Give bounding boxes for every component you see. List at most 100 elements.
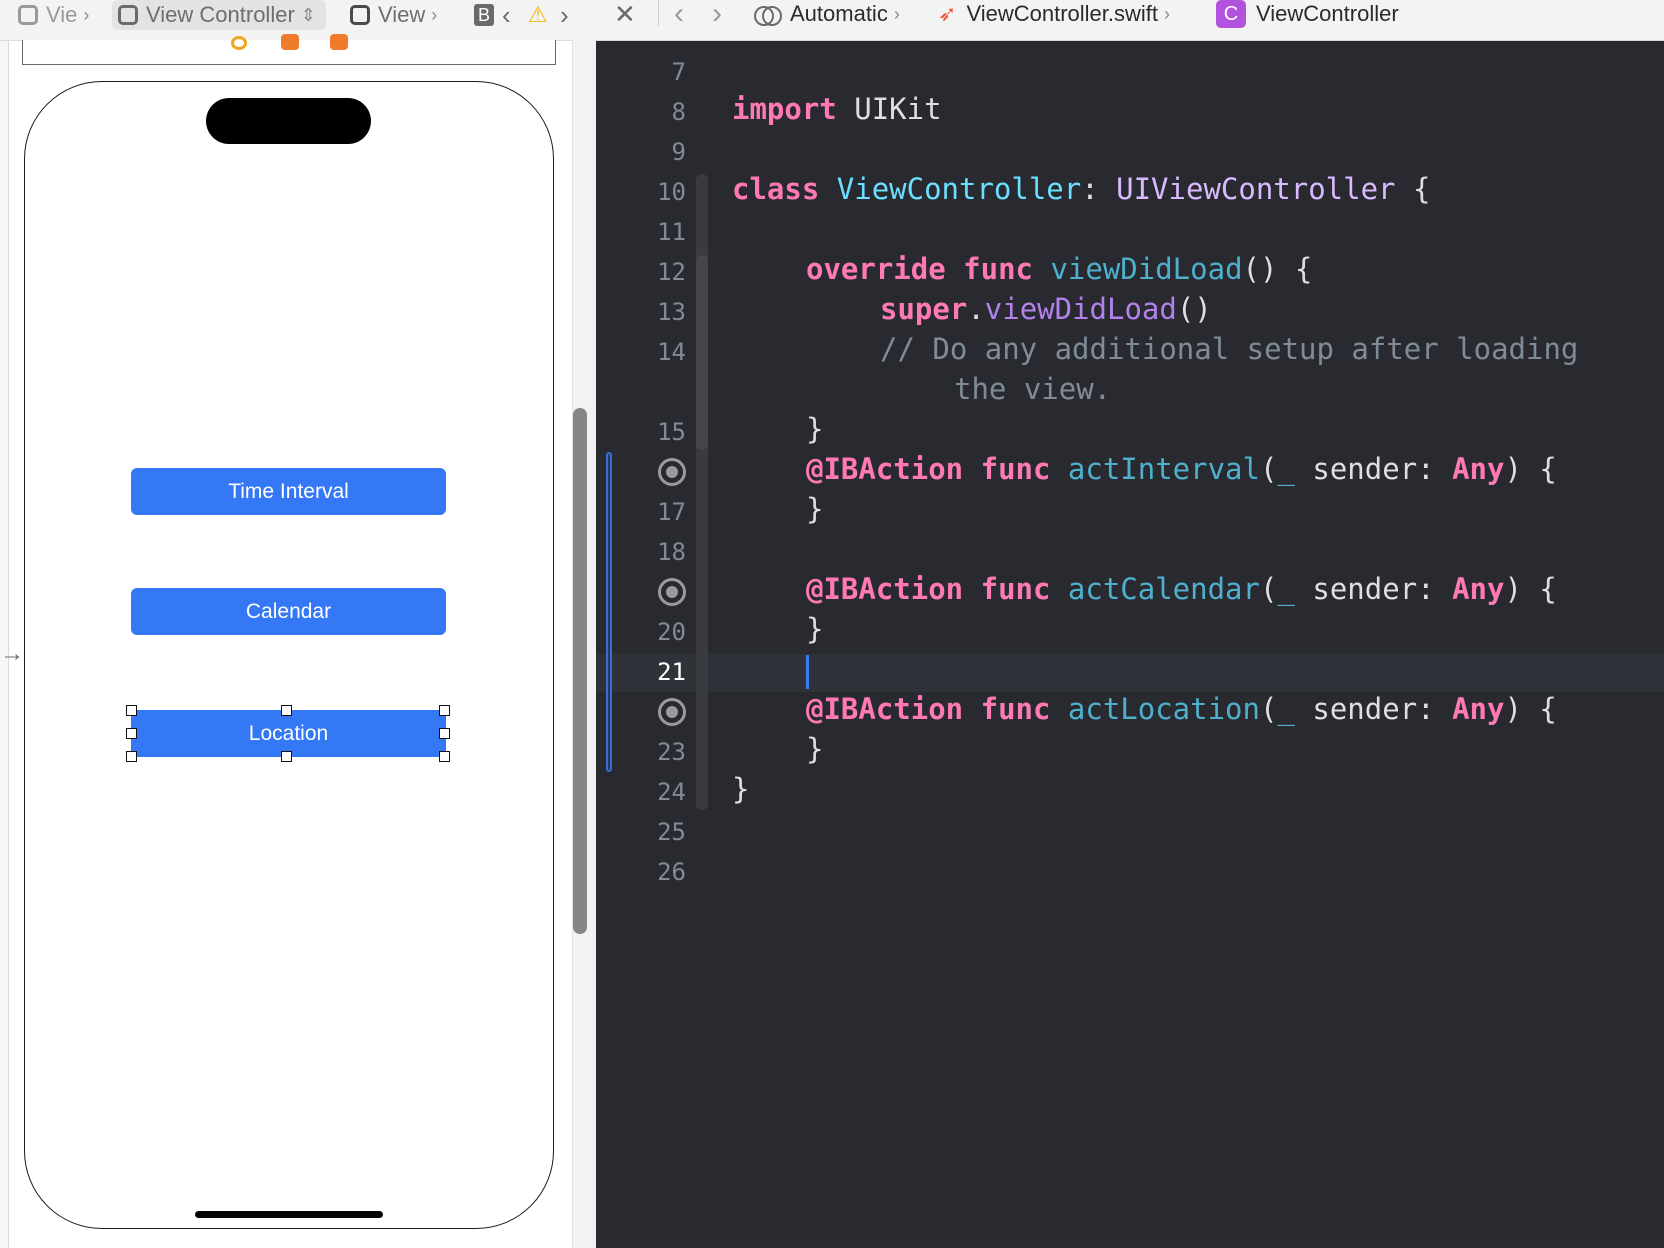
line-number: 10	[657, 178, 686, 206]
keyword: override	[806, 252, 946, 286]
text-cursor	[806, 655, 809, 689]
resize-handle[interactable]	[439, 705, 450, 716]
keyword: func	[963, 252, 1033, 286]
class-name: ViewController	[836, 172, 1082, 206]
swift-icon: ➶	[938, 1, 957, 26]
nav-forward-icon[interactable]: ›	[560, 0, 569, 30]
ibaction-connection-icon[interactable]	[658, 578, 686, 606]
keyword: func	[980, 572, 1051, 606]
nav-forward-icon[interactable]: ›	[712, 0, 722, 30]
function-name: actCalendar	[1067, 572, 1260, 606]
jump-file[interactable]: ➶ ViewController.swift ›	[938, 0, 1176, 28]
resize-handle[interactable]	[439, 728, 450, 739]
code-line-16: @IBAction func actInterval(_ sender: Any…	[806, 452, 1557, 486]
location-button[interactable]: Location	[131, 710, 446, 757]
code-line-15: }	[806, 412, 824, 446]
superclass-name: UIViewController	[1116, 172, 1396, 206]
line-number: 20	[657, 618, 686, 646]
line-number: 15	[657, 418, 686, 446]
attribute: @IBAction	[806, 452, 964, 486]
warning-icon[interactable]: ⚠	[528, 0, 548, 30]
button-label: Calendar	[245, 599, 332, 623]
code-line-23: }	[806, 732, 824, 766]
scene-icon	[18, 5, 38, 25]
jump-automatic[interactable]: Automatic ›	[754, 0, 906, 28]
time-interval-button[interactable]: Time Interval	[131, 468, 446, 515]
param-name: sender:	[1312, 572, 1435, 606]
button-label: Time Interval	[228, 479, 349, 503]
ibaction-connection-icon[interactable]	[658, 698, 686, 726]
keyword: func	[980, 692, 1051, 726]
code-line-17: }	[806, 492, 824, 526]
param-label: _	[1277, 692, 1295, 726]
breadcrumb-view-controller-scene[interactable]: Vie ›	[18, 0, 89, 30]
line-number: 14	[657, 338, 686, 366]
exit-icon[interactable]	[330, 34, 348, 50]
param-label: _	[1277, 572, 1295, 606]
param-name: sender:	[1312, 452, 1435, 486]
line-number: 24	[657, 778, 686, 806]
first-responder-icon[interactable]	[281, 34, 299, 50]
button-label: Location	[248, 721, 329, 745]
resize-handle[interactable]	[439, 751, 450, 762]
breadcrumb-view-controller[interactable]: View Controller ⇕	[112, 0, 326, 30]
jump-label: ViewController.swift	[966, 1, 1158, 26]
code-line-20: }	[806, 612, 824, 646]
code-fold-ribbon[interactable]	[696, 255, 708, 450]
jump-symbol[interactable]: C ViewController	[1216, 0, 1399, 28]
resize-handle[interactable]	[126, 751, 137, 762]
nav-back-icon[interactable]: ‹	[502, 0, 511, 30]
breadcrumb-button[interactable]: B	[474, 0, 494, 30]
chevron-right-icon: ›	[1164, 3, 1170, 24]
code-comment-wrap: the view.	[954, 372, 1112, 406]
close-editor-icon[interactable]: ✕	[614, 0, 636, 29]
line-number: 7	[671, 58, 686, 86]
related-items-icon	[754, 3, 782, 26]
line-number-current: 21	[657, 658, 686, 686]
editor-jump-bar: ✕ ‹ › Automatic › ➶ ViewController.swift…	[596, 0, 1664, 41]
view-icon	[350, 5, 370, 25]
type-any: Any	[1452, 692, 1505, 726]
iphone-frame	[24, 81, 554, 1229]
chevron-right-icon: ›	[431, 4, 438, 25]
method-call: viewDidLoad	[984, 292, 1177, 326]
function-name: actInterval	[1067, 452, 1260, 486]
type-any: Any	[1452, 572, 1505, 606]
code-line-12: override func viewDidLoad() {	[806, 252, 1313, 286]
resize-handle[interactable]	[126, 705, 137, 716]
attribute: @IBAction	[806, 692, 964, 726]
view-controller-dock-icon[interactable]	[231, 36, 247, 50]
line-number: 9	[671, 138, 686, 166]
calendar-button[interactable]: Calendar	[131, 588, 446, 635]
vertical-scrollbar-thumb[interactable]	[573, 408, 587, 934]
breadcrumb-label: Vie	[46, 2, 78, 27]
keyword: class	[732, 172, 820, 206]
current-line-highlight	[596, 654, 1664, 692]
nav-back-icon[interactable]: ‹	[674, 0, 684, 30]
chevron-right-icon: ›	[83, 4, 90, 25]
divider	[658, 0, 659, 26]
line-number: 13	[657, 298, 686, 326]
param-label: _	[1277, 452, 1295, 486]
type-any: Any	[1452, 452, 1505, 486]
keyword: func	[980, 452, 1051, 486]
line-number: 26	[657, 858, 686, 886]
storyboard-canvas: Vie › View Controller ⇕ View › B ‹ ⚠ › T…	[0, 0, 596, 1248]
code-line-24: }	[732, 772, 750, 806]
ibaction-connection-icon[interactable]	[658, 458, 686, 486]
line-number: 12	[657, 258, 686, 286]
keyword: import	[732, 92, 837, 126]
breadcrumb-view[interactable]: View ›	[350, 0, 437, 30]
line-number: 23	[657, 738, 686, 766]
resize-handle[interactable]	[281, 751, 292, 762]
code-comment: // Do any additional setup after loading	[880, 332, 1579, 366]
chevron-updown-icon: ⇕	[300, 4, 316, 25]
module-name: UIKit	[854, 92, 942, 126]
attribute: @IBAction	[806, 572, 964, 606]
resize-handle[interactable]	[126, 728, 137, 739]
code-line-10: class ViewController: UIViewController {	[732, 172, 1431, 206]
line-number: 18	[657, 538, 686, 566]
resize-handle[interactable]	[281, 705, 292, 716]
entry-point-arrow-icon[interactable]: →	[0, 640, 24, 670]
breadcrumb-label: View	[378, 2, 426, 27]
